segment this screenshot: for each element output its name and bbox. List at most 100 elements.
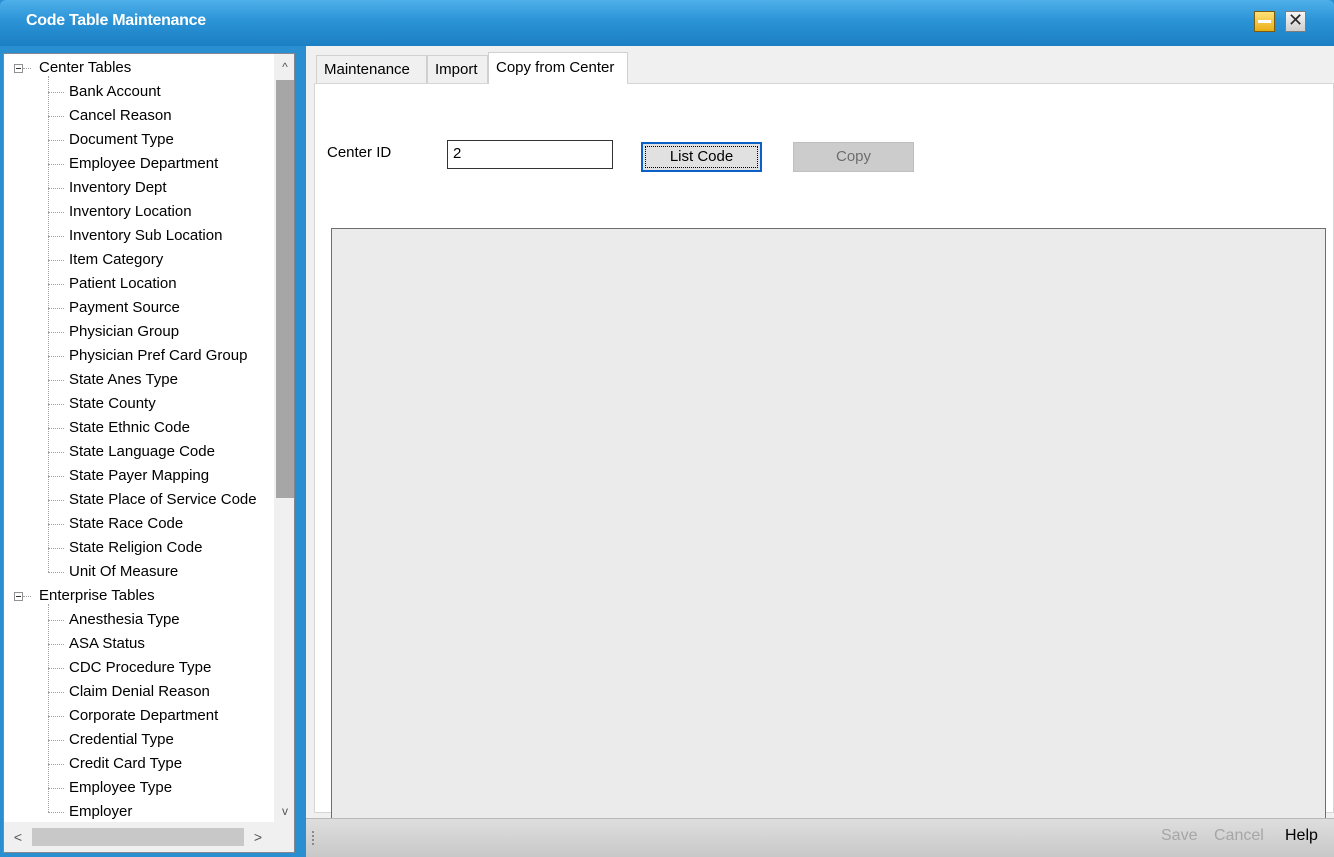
main-panel: Maintenance Import Copy from Center Cent… [306,46,1334,857]
tree-connector [48,620,64,621]
help-link[interactable]: Help [1285,827,1318,845]
status-bar: Save Cancel Help [306,818,1334,857]
tree-item-label: State Race Code [69,515,184,532]
tree-item-label: Employer [69,803,133,820]
tree-connector [48,76,49,572]
tree-item-label: Claim Denial Reason [69,683,210,700]
tree-connector [48,692,64,693]
tree-item-label: State Payer Mapping [69,467,210,484]
tree-item-label: State County [69,395,156,412]
tree-item-label: Credit Card Type [69,755,183,772]
tree-connector [48,452,64,453]
tree-item-label: Physician Group [69,323,180,340]
tree-vertical-scrollbar[interactable]: ^ v [274,54,294,822]
scroll-down-icon[interactable]: v [274,800,294,822]
tree-connector [48,740,64,741]
tree-connector [23,68,31,69]
tree-horizontal-scrollbar[interactable]: < > [4,822,274,852]
tree-item-label: State Place of Service Code [69,491,257,508]
tree-item-label: State Ethnic Code [69,419,190,436]
tree-connector [48,812,64,813]
close-icon[interactable]: ✕ [1285,10,1306,32]
tree-item-label: Cancel Reason [69,107,172,124]
tree-item-label: ASA Status [69,635,145,652]
code-table-tree[interactable]: Center Tables Bank Account Cancel Reason Do… [3,53,295,853]
tree-item-label: Credential Type [69,731,174,748]
save-link[interactable]: Save [1161,827,1197,845]
scrollbar-corner [274,822,294,852]
tree-item-label: Inventory Location [69,203,192,220]
code-list-grid[interactable] [331,228,1326,844]
tree-connector [48,212,64,213]
tree-connector [48,284,64,285]
tree-item-label: Employee Type [69,779,173,796]
tree-connector [48,764,64,765]
tree-connector [48,260,64,261]
tree-connector [48,404,64,405]
tree-item-label: Inventory Sub Location [69,227,223,244]
tree-connector [48,476,64,477]
tree-connector [48,500,64,501]
tree-item-label: Anesthesia Type [69,611,180,628]
tree-item-label: Unit Of Measure [69,563,179,580]
vertical-scroll-thumb[interactable] [276,80,294,498]
collapse-icon[interactable] [14,64,23,73]
copy-button[interactable]: Copy [793,142,914,172]
grip-icon [312,831,317,845]
tree-connector [48,164,64,165]
tree-item-label: Physician Pref Card Group [69,347,248,364]
tree-item-label: Item Category [69,251,164,268]
tab-maintenance[interactable]: Maintenance [316,55,427,83]
tree-connector [48,356,64,357]
minimize-icon[interactable] [1254,11,1275,32]
tree-connector [48,140,64,141]
tree-item-label: Patient Location [69,275,177,292]
tab-label: Import [435,61,478,78]
tree-connector [48,428,64,429]
tab-import[interactable]: Import [427,55,488,83]
tree-connector [48,308,64,309]
tree-group-label: Enterprise Tables [39,587,155,604]
tab-copy-from-center[interactable]: Copy from Center [488,52,628,84]
tree-connector [48,788,64,789]
tree-item-label: CDC Procedure Type [69,659,212,676]
tab-label: Maintenance [324,61,410,78]
tree-item-label: Corporate Department [69,707,219,724]
tree-item-label: Payment Source [69,299,180,316]
tree-connector [48,524,64,525]
tree-connector [48,548,64,549]
cancel-link[interactable]: Cancel [1214,827,1264,845]
tree-item-label: Employee Department [69,155,219,172]
list-code-button[interactable]: List Code [641,142,762,172]
tree-connector [48,604,49,812]
tab-content: Center ID List Code Copy [314,83,1334,844]
title-bar: Code Table Maintenance ✕ [0,0,1334,46]
scroll-up-icon[interactable]: ^ [274,56,294,78]
tree-item-label: State Religion Code [69,539,203,556]
tree-item-label: State Language Code [69,443,215,460]
tree-connector [48,116,64,117]
center-id-label: Center ID [327,144,392,161]
tree-connector [48,572,64,573]
tree-item-label: Bank Account [69,83,161,100]
tree-connector [48,236,64,237]
scroll-right-icon[interactable]: > [246,825,270,849]
tree-item-label: Document Type [69,131,174,148]
horizontal-scroll-thumb[interactable] [32,828,244,846]
tree-item-label: State Anes Type [69,371,178,388]
tree-connector [48,668,64,669]
tab-label: Copy from Center [496,59,615,76]
tree-group-label: Center Tables [39,59,132,76]
close-glyph: ✕ [1287,10,1304,31]
scroll-left-icon[interactable]: < [6,825,30,849]
tree-item-label: Inventory Dept [69,179,167,196]
center-id-input[interactable] [447,140,613,169]
tree-connector [23,596,31,597]
window-title: Code Table Maintenance [26,12,206,29]
collapse-icon[interactable] [14,592,23,601]
tree-connector [48,92,64,93]
tree-connector [48,644,64,645]
tree-connector [48,716,64,717]
tree-connector [48,380,64,381]
tree-connector [48,332,64,333]
